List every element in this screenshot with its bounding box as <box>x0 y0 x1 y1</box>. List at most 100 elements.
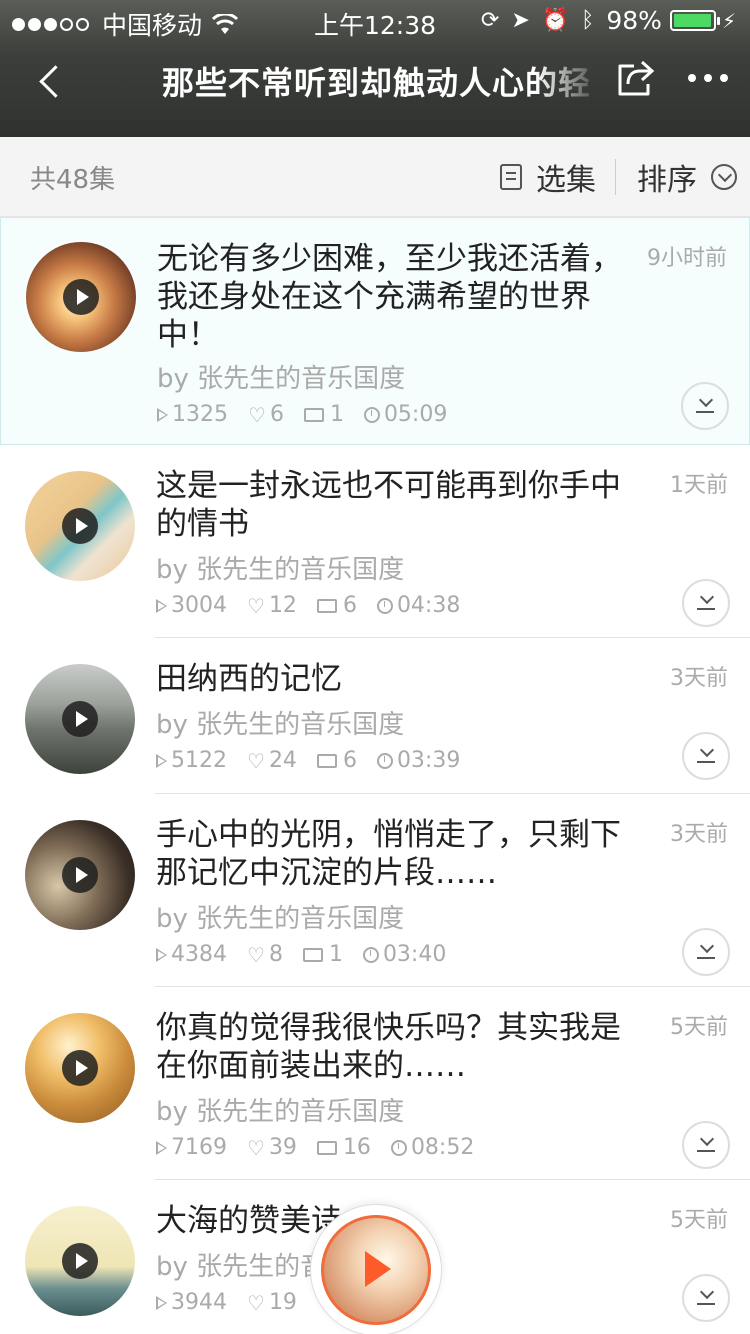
episode-count: 共48集 <box>30 165 116 195</box>
clock-icon <box>376 752 393 769</box>
download-button[interactable] <box>682 1274 730 1322</box>
episode-author[interactable]: by 张先生的音乐国度 <box>156 1091 404 1128</box>
like-count: 12 <box>268 593 297 618</box>
download-button[interactable] <box>682 732 730 780</box>
plays-icon <box>157 407 168 422</box>
share-icon[interactable] <box>614 58 656 100</box>
more-dot-icon <box>720 74 728 82</box>
toolbar-divider <box>615 159 616 195</box>
play-icon[interactable] <box>62 1050 98 1086</box>
duration: 05:09 <box>383 402 448 427</box>
episode-author[interactable]: by 张先生的音乐国度 <box>156 898 404 935</box>
download-button[interactable] <box>682 928 730 976</box>
duration: 03:40 <box>382 942 447 967</box>
play-icon[interactable] <box>62 508 98 544</box>
charging-icon: ⚡ <box>721 8 736 33</box>
play-icon[interactable] <box>63 279 99 315</box>
episode-stats: 7169 ♡ 39 16 08:52 <box>156 1135 494 1160</box>
episode-author[interactable]: by 张先生的音乐国度 <box>156 704 404 741</box>
episode-time: 3天前 <box>670 666 728 691</box>
more-button[interactable] <box>688 58 728 98</box>
play-icon[interactable] <box>62 701 98 737</box>
play-icon[interactable] <box>62 1243 98 1279</box>
heart-icon: ♡ <box>247 748 265 773</box>
heart-icon: ♡ <box>247 593 265 618</box>
download-button[interactable] <box>681 382 729 430</box>
comment-count: 6 <box>342 748 357 773</box>
play-count: 5122 <box>171 748 227 773</box>
episode-cover[interactable] <box>25 1013 135 1123</box>
download-button[interactable] <box>682 1121 730 1169</box>
clock-icon <box>363 406 380 423</box>
like-count: 19 <box>268 1290 297 1315</box>
episode-item[interactable]: 你真的觉得我很快乐吗？其实我是在你面前装出来的…… 5天前 by 张先生的音乐国… <box>0 987 750 1180</box>
sort-label: 排序 <box>637 163 697 198</box>
heart-icon: ♡ <box>247 1290 265 1315</box>
select-label: 选集 <box>536 163 596 198</box>
list-toolbar: 共48集 选集 排序 <box>0 137 750 217</box>
comment-icon <box>316 598 337 613</box>
plays-icon <box>156 753 167 768</box>
episode-title: 无论有多少困难，至少我还活着，我还身处在这个充满希望的世界中！ <box>157 241 622 353</box>
header: 中国移动 上午12:38 ⟳ ➤ ⏰ ᛒ 98% ⚡ 那些不常听到却触动人心的轻 <box>0 0 750 137</box>
alarm-icon: ⏰ <box>541 8 570 33</box>
like-count: 6 <box>269 402 284 427</box>
episode-item[interactable]: 这是一封永远也不可能再到你手中的情书 1天前 by 张先生的音乐国度 3004 … <box>0 445 750 638</box>
back-button[interactable] <box>30 62 70 102</box>
comment-count: 6 <box>342 593 357 618</box>
episode-title: 田纳西的记忆 <box>156 661 342 697</box>
sort-arrow-icon <box>711 164 737 190</box>
heart-icon: ♡ <box>247 1135 265 1160</box>
play-icon[interactable] <box>62 857 98 893</box>
like-count: 24 <box>268 748 297 773</box>
more-dot-icon <box>704 74 712 82</box>
play-count: 1325 <box>172 402 228 427</box>
battery-icon <box>669 10 720 31</box>
episode-cover[interactable] <box>25 820 135 930</box>
comment-icon <box>303 407 324 422</box>
select-episodes-button[interactable]: 选集 <box>500 155 596 199</box>
like-count: 8 <box>268 942 283 967</box>
episode-stats: 5122 ♡ 24 6 03:39 <box>156 748 480 773</box>
episode-title: 这是一封永远也不可能再到你手中的情书 <box>156 468 621 542</box>
plays-icon <box>156 598 167 613</box>
duration: 03:39 <box>396 748 461 773</box>
bluetooth-icon: ᛒ <box>581 8 595 33</box>
episode-author[interactable]: by 张先生的音乐国度 <box>157 358 405 395</box>
episode-cover[interactable] <box>25 471 135 581</box>
plays-icon <box>156 947 167 962</box>
comment-icon <box>316 753 337 768</box>
mini-player[interactable] <box>310 1204 442 1334</box>
episode-stats: 3004 ♡ 12 6 04:38 <box>156 593 480 618</box>
episode-item[interactable]: 手心中的光阴，悄悄走了，只剩下那记忆中沉淀的片段…… 3天前 by 张先生的音乐… <box>0 794 750 987</box>
comment-count: 1 <box>329 402 344 427</box>
episode-cover[interactable] <box>26 242 136 352</box>
list-icon <box>500 164 522 190</box>
battery-percent: 98% <box>606 6 662 35</box>
episode-cover[interactable] <box>25 1206 135 1316</box>
episode-time: 5天前 <box>670 1015 728 1040</box>
sort-button[interactable]: 排序 <box>637 155 737 199</box>
episode-time: 5天前 <box>670 1208 728 1233</box>
episode-cover[interactable] <box>25 664 135 774</box>
episode-stats: 4384 ♡ 8 1 03:40 <box>156 942 466 967</box>
episode-title: 你真的觉得我很快乐吗？其实我是在你面前装出来的…… <box>156 1010 621 1084</box>
episode-time: 1天前 <box>670 473 728 498</box>
heart-icon: ♡ <box>247 942 265 967</box>
download-button[interactable] <box>682 579 730 627</box>
heart-icon: ♡ <box>248 402 266 427</box>
page-title: 那些不常听到却触动人心的轻 <box>162 64 592 102</box>
comment-count: 1 <box>328 942 343 967</box>
episode-item[interactable]: 田纳西的记忆 3天前 by 张先生的音乐国度 5122 ♡ 24 6 03:39 <box>0 638 750 794</box>
episode-item[interactable]: 无论有多少困难，至少我还活着，我还身处在这个充满希望的世界中！ 9小时前 by … <box>0 217 750 445</box>
episode-time: 9小时前 <box>647 246 727 271</box>
player-play-icon[interactable] <box>365 1251 391 1287</box>
comment-count: 16 <box>342 1135 371 1160</box>
more-dot-icon <box>688 74 696 82</box>
clock-icon <box>376 597 393 614</box>
episode-author[interactable]: by 张先生的音乐国度 <box>156 549 404 586</box>
clock-icon <box>390 1139 407 1156</box>
rotation-lock-icon: ⟳ <box>480 8 500 33</box>
location-icon: ➤ <box>511 8 530 33</box>
episode-stats: 1325 ♡ 6 1 05:09 <box>157 402 467 427</box>
